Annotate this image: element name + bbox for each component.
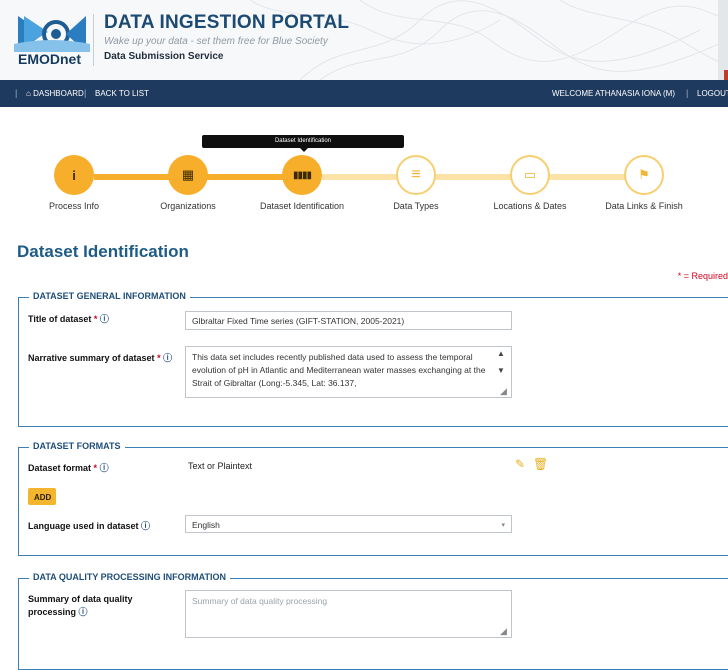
progress-track-todo [322, 174, 632, 180]
fieldset-legend: DATASET FORMATS [19, 441, 125, 451]
summary-text: This data set includes recently publishe… [192, 352, 486, 388]
quality-label: Summary of data quality processing ⓘ [28, 593, 133, 619]
summary-label-text: Narrative summary of dataset [28, 353, 155, 363]
nav-separator: | [15, 88, 18, 98]
add-format-button[interactable]: ADD [28, 488, 56, 505]
trash-icon[interactable]: 🗑 [533, 457, 548, 471]
map-icon: ▭ [523, 167, 537, 182]
format-value: Text or Plaintext [188, 461, 253, 471]
required-asterisk: * [93, 314, 98, 324]
required-asterisk: * [157, 353, 161, 363]
step-data-types[interactable]: ≡ [396, 155, 436, 195]
logout-link[interactable]: LOGOUT [697, 89, 728, 98]
step-label: Data Links & Finish [605, 201, 683, 211]
step-locations-dates[interactable]: ▭ [510, 155, 550, 195]
edit-icon[interactable]: ✎ [515, 457, 525, 471]
nav-dashboard-label: DASHBOARD [33, 89, 84, 98]
required-note: * = Required [677, 271, 728, 281]
quality-label-line1: Summary of data quality [28, 594, 133, 604]
info-icon[interactable]: ⓘ [163, 353, 172, 363]
language-label-text: Language used in dataset [28, 521, 139, 531]
resize-handle-icon[interactable]: ◢ [500, 386, 507, 397]
tooltip-arrow [300, 148, 308, 152]
title-label: Title of dataset * ⓘ [28, 312, 109, 325]
info-icon: i [72, 167, 76, 183]
resize-handle-icon[interactable]: ◢ [500, 626, 507, 637]
formats-fieldset: DATASET FORMATS [18, 441, 728, 556]
fieldset-legend: DATASET GENERAL INFORMATION [19, 291, 190, 301]
nav-back-link[interactable]: BACK TO LIST [95, 89, 149, 98]
logo-text: EMODnet [18, 51, 81, 67]
title-input[interactable] [185, 311, 512, 330]
quality-label-line2: processing [28, 607, 77, 617]
scroll-down-icon[interactable]: ▼ [497, 366, 505, 375]
list-icon: ≡ [411, 166, 421, 183]
info-icon[interactable]: ⓘ [79, 607, 88, 617]
portal-service: Data Submission Service [104, 51, 224, 62]
summary-textarea[interactable]: This data set includes recently publishe… [185, 346, 512, 398]
nav-separator: | [686, 88, 689, 98]
language-label: Language used in dataset ⓘ [28, 519, 150, 532]
step-label: Organizations [160, 201, 216, 211]
step-label: Locations & Dates [493, 201, 567, 211]
step-label: Process Info [48, 201, 100, 211]
quality-textarea[interactable]: Summary of data quality processing [185, 590, 512, 638]
step-data-links-finish[interactable]: ⚑ [624, 155, 664, 195]
page-title: Dataset Identification [17, 242, 189, 261]
summary-label: Narrative summary of dataset * ⓘ [28, 351, 172, 364]
required-asterisk: * [93, 463, 98, 473]
format-label: Dataset format * ⓘ [28, 461, 109, 474]
scroll-up-icon[interactable]: ▲ [497, 349, 505, 358]
nav-dashboard-link[interactable]: ⌂ DASHBOARD [26, 89, 84, 98]
step-dataset-identification[interactable]: ▮▮▮▮ [282, 155, 322, 195]
step-process-info[interactable]: i [54, 155, 94, 195]
quality-placeholder: Summary of data quality processing [192, 596, 328, 606]
format-label-text: Dataset format [28, 463, 92, 473]
step-label: Dataset Identification [259, 201, 345, 211]
step-tooltip: Dataset Identification [202, 135, 404, 148]
welcome-text: WELCOME ATHANASIA IONA (M) [552, 89, 675, 98]
barcode-icon: ▮▮▮▮ [292, 169, 312, 181]
header-divider [93, 14, 94, 66]
chevron-down-icon: ▾ [501, 522, 505, 529]
info-icon[interactable]: ⓘ [141, 521, 150, 531]
nav-separator: | [84, 88, 87, 98]
site-header: EMODnet DATA INGESTION PORTAL Wake up yo… [0, 0, 728, 80]
language-select[interactable]: English ▾ [185, 515, 512, 533]
language-value: English [192, 520, 220, 530]
home-icon: ⌂ [26, 89, 31, 98]
flag-icon: ⚑ [638, 167, 650, 182]
fieldset-legend: DATA QUALITY PROCESSING INFORMATION [19, 572, 230, 582]
step-organizations[interactable]: ▦ [168, 155, 208, 195]
building-icon: ▦ [181, 167, 195, 182]
info-icon[interactable]: ⓘ [100, 463, 109, 473]
portal-title: DATA INGESTION PORTAL [104, 12, 350, 33]
portal-tagline: Wake up your data - set them free for Bl… [104, 36, 328, 47]
top-nav: | ⌂ DASHBOARD | BACK TO LIST WELCOME ATH… [0, 80, 728, 107]
title-label-text: Title of dataset [28, 314, 92, 324]
info-icon[interactable]: ⓘ [100, 314, 109, 324]
step-label: Data Types [393, 201, 439, 211]
